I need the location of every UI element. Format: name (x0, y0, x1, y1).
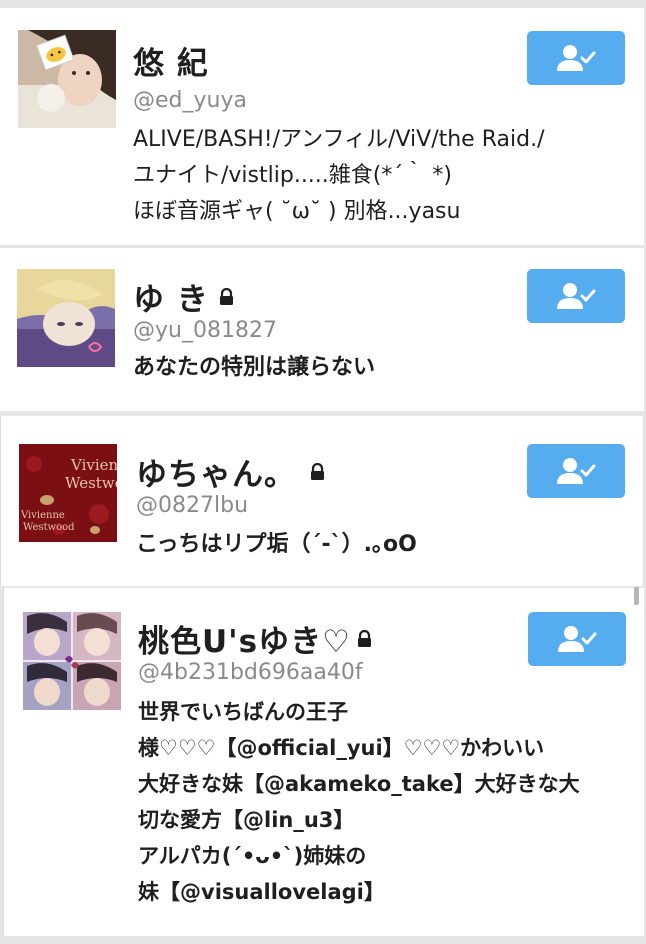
following-button[interactable] (527, 31, 625, 85)
following-button[interactable] (528, 612, 626, 666)
display-name-row: 悠 紀 (133, 38, 209, 83)
bio: 世界でいちばんの王子 様♡♡♡【@official_yui】♡♡♡かわいい 大好… (138, 694, 580, 910)
bio: あなたの特別は譲らない (133, 350, 375, 386)
user-card[interactable]: ゆ き @yu_081827 あなたの特別は譲らない (0, 248, 644, 411)
screen-name[interactable]: @yu_081827 (133, 318, 277, 343)
bio-line: アルパカ(´•ᴗ•`)姉妹の (138, 844, 367, 868)
avatar-text: Vivienne (20, 510, 65, 521)
screen-name[interactable]: @4b231bd696aa40f (138, 660, 363, 685)
user-list: 悠 紀 @ed_yuya ALIVE/BASH!/アンフィル/ViV/the R… (0, 0, 646, 944)
avatar[interactable] (18, 30, 116, 128)
avatar[interactable] (17, 269, 115, 367)
display-name[interactable]: ゆ き (133, 274, 209, 319)
lock-icon (219, 287, 233, 305)
bio: ALIVE/BASH!/アンフィル/ViV/the Raid./ ユナイト/vi… (133, 122, 544, 230)
person-check-icon (557, 45, 596, 71)
following-button[interactable] (527, 269, 625, 323)
avatar[interactable] (23, 612, 121, 710)
scrollbar-thumb[interactable] (634, 587, 639, 605)
bio-line: あなたの特別は譲らない (133, 355, 376, 380)
bio-line: 世界でいちばんの王子 (138, 700, 348, 724)
person-check-icon (557, 283, 596, 309)
bio-line: こっちはリプ垢（´-`）.｡oO (136, 532, 417, 557)
screen-name[interactable]: @ed_yuya (133, 88, 247, 113)
bio-line: ほぼ音源ギャ( ˘ω˘ ) 別格...yasu (133, 199, 461, 224)
following-button[interactable] (527, 444, 625, 498)
person-check-icon (557, 458, 596, 484)
bio-line: 妹【@visuallovelagi】 (138, 880, 385, 904)
user-card[interactable]: 悠 紀 @ed_yuya ALIVE/BASH!/アンフィル/ViV/the R… (0, 8, 644, 245)
user-card[interactable]: Vivienne Westwood Vivienne Westwood ゆちゃん… (0, 416, 644, 586)
person-check-icon (558, 626, 597, 652)
bio-line: ユナイト/vistlip.....雑食(*´｀ *) (133, 163, 452, 188)
avatar-text: Westwood (23, 522, 75, 533)
lock-icon (311, 462, 324, 480)
user-card[interactable]: 桃色U'sゆき♡ @4b231bd696aa40f 世界でいちばんの王子 様♡♡… (3, 588, 644, 936)
bio-line: ALIVE/BASH!/アンフィル/ViV/the Raid./ (133, 127, 545, 152)
avatar[interactable]: Vivienne Westwood Vivienne Westwood (19, 444, 117, 542)
bio-line: 様♡♡♡【@official_yui】♡♡♡かわいい (138, 736, 545, 760)
display-name-row: 桃色U'sゆき♡ (138, 616, 372, 661)
display-name[interactable]: 悠 紀 (133, 38, 209, 83)
display-name-row: ゆ き (133, 274, 234, 319)
bio-line: 大好きな妹【@akameko_take】大好きな大 (138, 772, 580, 796)
lock-icon (357, 629, 371, 647)
screen-name[interactable]: @0827lbu (136, 493, 248, 518)
avatar-text: Westwood (65, 474, 117, 492)
display-name[interactable]: 桃色U'sゆき♡ (138, 616, 351, 661)
display-name-row: ゆちゃん。 (136, 449, 325, 494)
bio: こっちはリプ垢（´-`）.｡oO (136, 527, 417, 563)
avatar-text: Vivienne (70, 456, 117, 474)
display-name[interactable]: ゆちゃん。 (136, 449, 296, 494)
bio-line: 切な愛方【@lin_u3】 (138, 808, 355, 832)
